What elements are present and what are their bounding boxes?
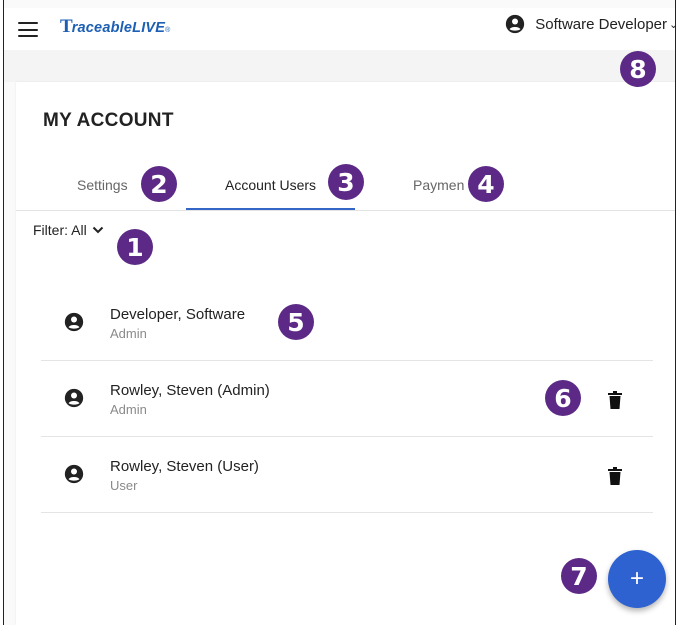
user-role: Admin	[110, 326, 147, 341]
chevron-down-icon: ⌄	[669, 18, 675, 31]
user-menu[interactable]: Software Developer ⌄	[505, 14, 675, 34]
top-bar: T raceableLIVE ® Software Developer ⌄	[4, 8, 675, 50]
logo-text: raceableLIVE	[71, 20, 166, 36]
callout-badge-6: 6	[545, 380, 581, 416]
page-title: MY ACCOUNT	[43, 110, 174, 131]
active-tab-indicator	[186, 208, 355, 210]
app-frame: T raceableLIVE ® Software Developer ⌄ MY…	[3, 0, 676, 625]
account-circle-icon	[64, 464, 84, 484]
add-user-button[interactable]: +	[608, 550, 666, 608]
callout-badge-2: 2	[141, 166, 177, 202]
logo-mark: T	[60, 16, 73, 37]
account-circle-icon	[506, 14, 525, 34]
callout-badge-7: 7	[561, 558, 597, 594]
logo-registered: ®	[165, 27, 171, 34]
plus-icon: +	[629, 565, 644, 592]
filter-label: Filter: All	[33, 222, 87, 238]
filter-dropdown[interactable]: Filter: All	[33, 222, 104, 238]
callout-badge-4: 4	[468, 166, 504, 202]
account-circle-icon	[64, 312, 84, 332]
chevron-down-icon	[92, 226, 103, 234]
banner-strip	[4, 50, 675, 82]
account-circle-icon	[64, 388, 84, 408]
hamburger-icon[interactable]	[18, 22, 38, 37]
user-name: Software Developer	[535, 15, 667, 33]
tab-account-users[interactable]: Account Users	[225, 177, 316, 193]
trash-icon[interactable]	[608, 391, 622, 409]
user-role: Admin	[110, 402, 147, 417]
user-name: Rowley, Steven (Admin)	[110, 382, 270, 399]
app-logo[interactable]: T raceableLIVE ®	[60, 16, 170, 38]
callout-badge-1: 1	[117, 229, 153, 265]
trash-icon[interactable]	[608, 467, 622, 485]
user-list-item[interactable]: Developer, Software Admin	[41, 285, 653, 361]
callout-badge-8: 8	[620, 51, 656, 87]
tab-settings[interactable]: Settings	[77, 177, 128, 193]
user-name: Developer, Software	[110, 306, 246, 323]
user-name: Rowley, Steven (User)	[110, 458, 259, 475]
user-list-item[interactable]: Rowley, Steven (User) User	[41, 437, 653, 513]
user-role: User	[110, 478, 138, 493]
callout-badge-3: 3	[328, 164, 364, 200]
callout-badge-5: 5	[278, 304, 314, 340]
tab-payment[interactable]: Paymen	[413, 177, 464, 193]
